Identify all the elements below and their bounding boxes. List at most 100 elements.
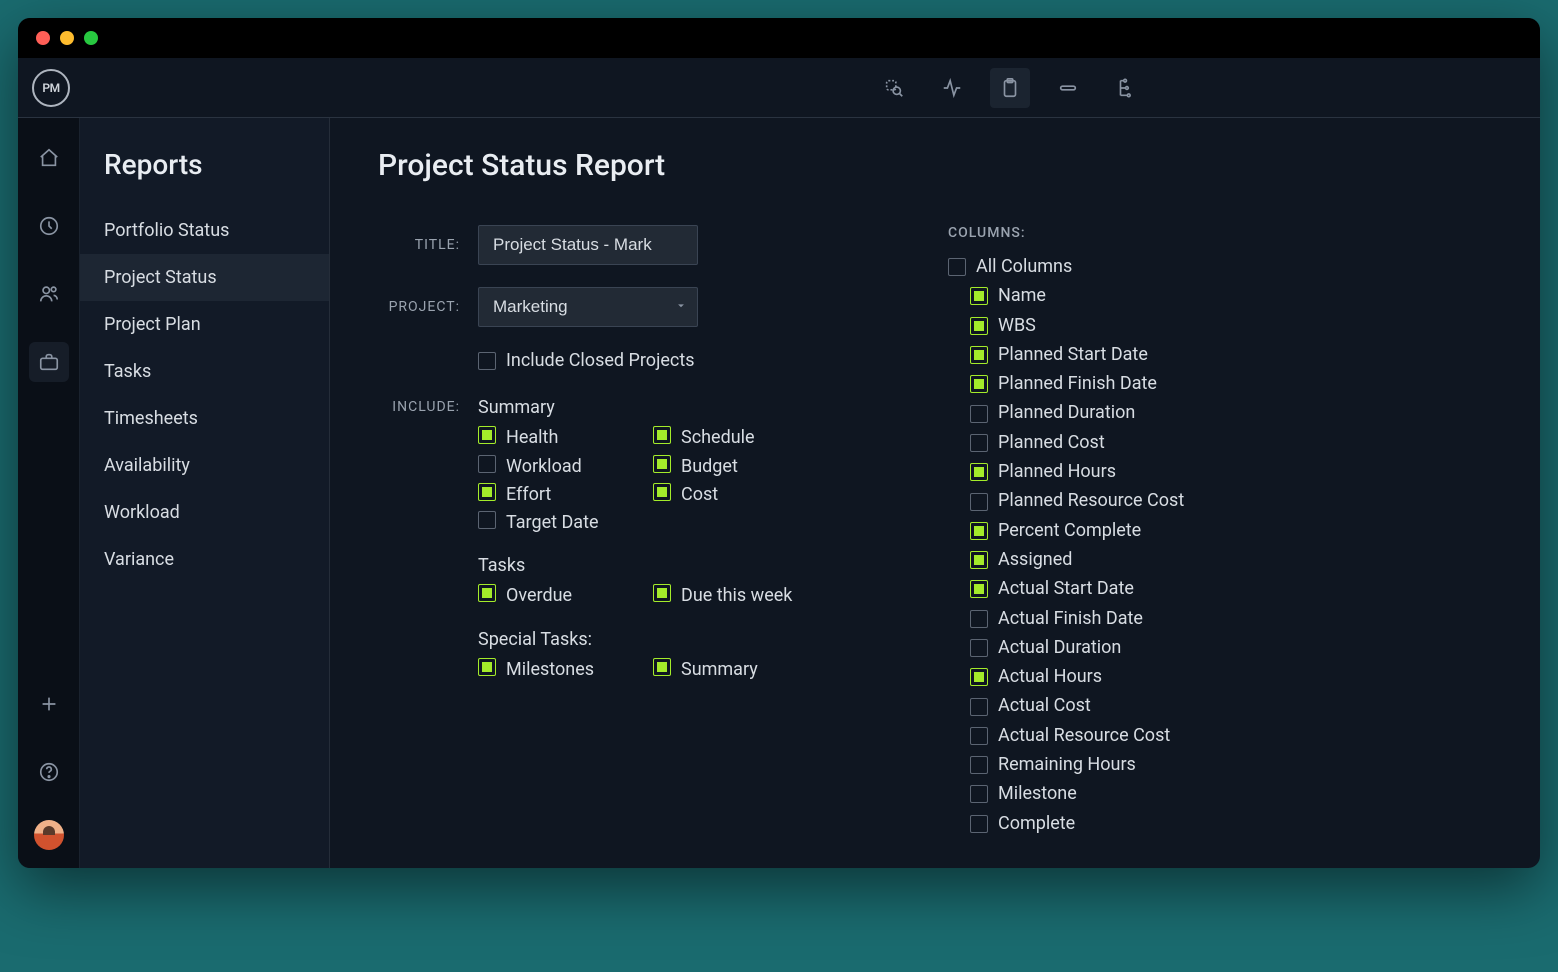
summary-health-label: Health [506,426,558,450]
chevron-down-icon [674,298,688,317]
titlebar [18,18,1540,58]
column-actual-hours-label: Actual Hours [998,665,1102,689]
sidebar-title: Reports [80,148,329,207]
include-closed-checkbox[interactable] [478,352,496,370]
title-label: TITLE: [378,237,478,253]
user-avatar[interactable] [34,820,64,850]
special-milestones-checkbox[interactable] [478,658,496,676]
activity-icon[interactable] [932,68,972,108]
column-complete-checkbox[interactable] [970,815,988,833]
summary-cost-label: Cost [681,483,718,507]
column-remaining-hours-label: Remaining Hours [998,753,1136,777]
summary-target-date-checkbox[interactable] [478,511,496,529]
sidebar-item-timesheets[interactable]: Timesheets [80,395,329,442]
column-planned-finish-date-label: Planned Finish Date [998,372,1157,396]
column-complete-label: Complete [998,812,1075,836]
column-actual-finish-date-checkbox[interactable] [970,610,988,628]
topbar: PM [18,58,1540,118]
sidebar-item-workload[interactable]: Workload [80,489,329,536]
close-window-button[interactable] [36,31,50,45]
app-logo[interactable]: PM [32,69,70,107]
home-icon[interactable] [29,138,69,178]
column-planned-resource-cost-label: Planned Resource Cost [998,489,1184,513]
column-planned-duration-checkbox[interactable] [970,405,988,423]
minimize-window-button[interactable] [60,31,74,45]
tasks-overdue-label: Overdue [506,584,572,608]
people-icon[interactable] [29,274,69,314]
column-actual-cost-label: Actual Cost [998,694,1091,718]
column-planned-cost-checkbox[interactable] [970,434,988,452]
summary-cost-checkbox[interactable] [653,483,671,501]
link-icon[interactable] [1048,68,1088,108]
top-nav [874,68,1146,108]
clock-icon[interactable] [29,206,69,246]
summary-budget-label: Budget [681,455,738,479]
hierarchy-icon[interactable] [1106,68,1146,108]
column-planned-cost-label: Planned Cost [998,431,1105,455]
column-actual-start-date-checkbox[interactable] [970,580,988,598]
column-planned-finish-date-checkbox[interactable] [970,375,988,393]
column-name-checkbox[interactable] [970,287,988,305]
sidebar-item-portfolio-status[interactable]: Portfolio Status [80,207,329,254]
column-planned-duration-label: Planned Duration [998,401,1135,425]
summary-health-checkbox[interactable] [478,426,496,444]
special-summary-label: Summary [681,658,758,682]
summary-effort-label: Effort [506,483,551,507]
column-percent-complete-checkbox[interactable] [970,522,988,540]
column-assigned-checkbox[interactable] [970,551,988,569]
tasks-due-this-week-checkbox[interactable] [653,584,671,602]
summary-heading: Summary [478,397,818,418]
special-heading: Special Tasks: [478,629,818,650]
sidebar-item-project-status[interactable]: Project Status [80,254,329,301]
app-window: PM [18,18,1540,868]
column-planned-start-date-label: Planned Start Date [998,343,1148,367]
column-actual-hours-checkbox[interactable] [970,668,988,686]
column-milestone-label: Milestone [998,782,1077,806]
column-wbs-label: WBS [998,314,1036,338]
column-name-label: Name [998,284,1046,308]
summary-workload-checkbox[interactable] [478,455,496,473]
column-planned-start-date-checkbox[interactable] [970,346,988,364]
summary-effort-checkbox[interactable] [478,483,496,501]
column-planned-hours-checkbox[interactable] [970,463,988,481]
search-icon[interactable] [874,68,914,108]
column-milestone-checkbox[interactable] [970,785,988,803]
column-planned-resource-cost-checkbox[interactable] [970,493,988,511]
columns-heading: COLUMNS: [948,225,1184,241]
sidebar-item-availability[interactable]: Availability [80,442,329,489]
column-remaining-hours-checkbox[interactable] [970,756,988,774]
window-controls [36,31,98,45]
summary-schedule-label: Schedule [681,426,755,450]
column-wbs-checkbox[interactable] [970,317,988,335]
clipboard-icon[interactable] [990,68,1030,108]
body: Reports Portfolio StatusProject StatusPr… [18,118,1540,868]
column-actual-cost-checkbox[interactable] [970,698,988,716]
summary-workload-label: Workload [506,455,582,479]
tasks-due-this-week-label: Due this week [681,584,792,608]
column-actual-duration-checkbox[interactable] [970,639,988,657]
project-label: PROJECT: [378,299,478,315]
summary-budget-checkbox[interactable] [653,455,671,473]
project-select[interactable] [478,287,698,327]
briefcase-icon[interactable] [29,342,69,382]
title-input[interactable] [478,225,698,265]
all-columns-label: All Columns [976,255,1072,279]
help-icon[interactable] [29,752,69,792]
special-summary-checkbox[interactable] [653,658,671,676]
columns-column: COLUMNS: All Columns Name WBS Planned Star… [948,225,1184,841]
column-actual-duration-label: Actual Duration [998,636,1121,660]
column-actual-start-date-label: Actual Start Date [998,577,1134,601]
maximize-window-button[interactable] [84,31,98,45]
page-title: Project Status Report [378,148,1492,183]
all-columns-checkbox[interactable] [948,258,966,276]
project-select-value[interactable] [478,287,698,327]
column-actual-resource-cost-checkbox[interactable] [970,727,988,745]
sidebar-item-tasks[interactable]: Tasks [80,348,329,395]
add-icon[interactable] [29,684,69,724]
main-content: Project Status Report TITLE: PROJECT: [330,118,1540,868]
sidebar-item-project-plan[interactable]: Project Plan [80,301,329,348]
summary-schedule-checkbox[interactable] [653,426,671,444]
tasks-overdue-checkbox[interactable] [478,584,496,602]
sidebar-item-variance[interactable]: Variance [80,536,329,583]
summary-target-date-label: Target Date [506,511,599,535]
